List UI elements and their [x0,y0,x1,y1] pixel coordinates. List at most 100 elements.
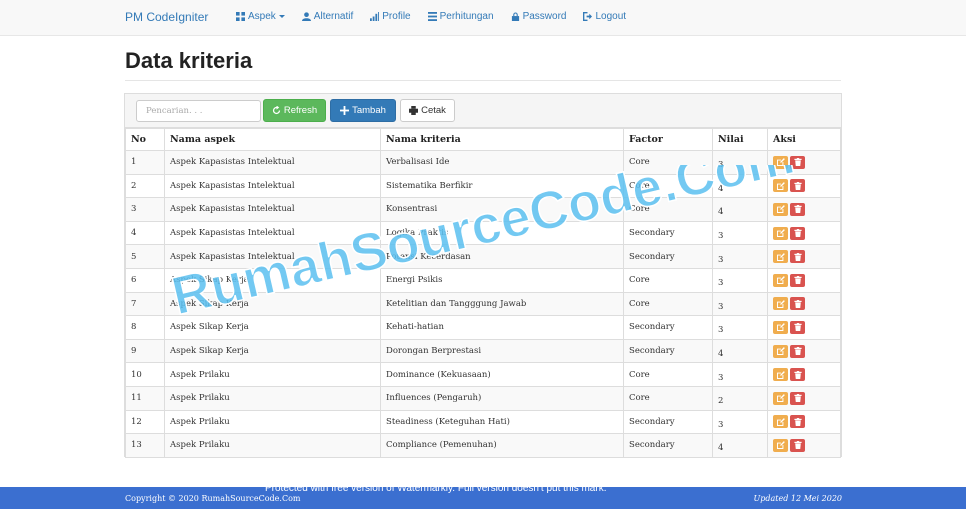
cell-nama-aspek: Aspek Kapasistas Intelektual [164,244,381,269]
delete-button[interactable] [790,415,805,429]
table-row: 7 Aspek Sikap Kerja Ketelitian dan Tangggu… [125,291,841,317]
edit-icon [776,276,785,285]
cell-nilai: 3 [712,291,768,317]
delete-button[interactable] [790,250,805,264]
header-nama-aspek[interactable]: Nama aspek [164,128,381,151]
edit-icon [776,182,785,190]
navbar-brand[interactable]: PM CodeIgniter [125,10,208,24]
edit-button[interactable] [773,250,788,264]
cell-factor: Secondary [623,244,713,269]
edit-button[interactable] [773,273,788,287]
table-row: 13 Aspek Prilaku Compliance (Pemenuhan) Sec… [125,433,841,458]
edit-button[interactable] [773,368,788,382]
navbar-menu: Aspek Alternatif Profile Perhitungan Pas… [236,11,643,22]
nav-item-label: Aspek [248,11,276,22]
delete-button[interactable] [790,344,805,358]
edit-icon [776,252,785,261]
table-row: 6 Aspek Sikap Kerja Energi Psikis Core 3 [125,267,841,293]
delete-button[interactable] [790,226,805,240]
row-actions [773,155,835,169]
refresh-label: Refresh [283,105,318,116]
nav-item-profile[interactable]: Profile [370,11,411,22]
search-input[interactable] [136,100,261,122]
nav-item-aspek[interactable]: Aspek [236,11,285,22]
cell-nama-kriteria: Sistematika Berfikir [380,173,624,199]
cell-nilai: 3 [712,315,768,340]
cell-nama-aspek: Aspek Prilaku [164,362,381,387]
refresh-button[interactable]: Refresh [263,99,326,122]
edit-button[interactable] [773,179,788,193]
cell-nilai: 4 [712,338,768,364]
cetak-button[interactable]: Cetak [400,99,455,122]
delete-button[interactable] [790,155,805,169]
footer: Protected with free version of Watermark… [0,483,966,509]
header-no[interactable]: No [125,128,165,151]
row-actions [773,438,835,452]
header-nama-kriteria[interactable]: Nama kriteria [380,128,624,151]
cell-nama-kriteria: Compliance (Pemenuhan) [380,433,624,458]
row-actions [773,273,835,287]
cell-factor: Core [623,150,713,175]
cell-nama-aspek: Aspek Kapasistas Intelektual [164,220,381,246]
trash-icon [793,229,802,238]
nav-item-password[interactable]: Password [511,11,566,22]
cell-factor: Core [623,197,713,222]
cell-aksi [767,409,841,435]
tambah-label: Tambah [352,105,386,116]
edit-button[interactable] [773,202,788,216]
table-row: 12 Aspek Prilaku Steadiness (Keteguhan Hat… [125,409,841,435]
edit-button[interactable] [773,415,788,429]
edit-button[interactable] [773,344,788,358]
row-actions [773,344,835,358]
table-row: 4 Aspek Kapasistas Intelektual Logika Prak… [125,220,841,246]
header-nilai[interactable]: Nilai [712,128,768,151]
cell-aksi [767,338,841,364]
row-actions [773,415,835,429]
edit-button[interactable] [773,320,788,334]
page-title: Data kriteria [125,48,253,73]
tambah-button[interactable]: Tambah [330,99,396,122]
nav-item-alternatif[interactable]: Alternatif [301,11,353,22]
cell-nama-kriteria: Influences (Pengaruh) [380,385,624,411]
trash-icon [793,181,802,190]
edit-icon [776,205,785,214]
row-actions [773,391,835,405]
nav-item-logout[interactable]: Logout [583,11,626,22]
cell-nama-kriteria: Potensi Kecerdasan [380,244,624,269]
table-row: 8 Aspek Sikap Kerja Kehati-hatian Secondary… [125,315,841,340]
delete-button[interactable] [790,320,805,334]
cell-factor: Core [623,173,713,199]
delete-button[interactable] [790,438,805,452]
cell-nilai: 4 [712,173,768,199]
delete-button[interactable] [790,202,805,216]
delete-button[interactable] [790,368,805,382]
delete-button[interactable] [790,273,805,287]
cell-no: 11 [125,385,165,411]
header-factor[interactable]: Factor [623,128,713,151]
delete-button[interactable] [790,297,805,311]
cell-no: 4 [125,220,165,246]
row-actions [773,368,835,382]
trash-icon [793,158,802,167]
cell-nilai: 3 [712,220,768,246]
delete-button[interactable] [790,391,805,405]
cell-nilai: 4 [712,433,768,458]
nav-item-perhitungan[interactable]: Perhitungan [427,11,494,22]
edit-button[interactable] [773,155,788,169]
edit-button[interactable] [773,391,788,405]
row-actions [773,297,835,311]
cell-factor: Secondary [623,338,713,364]
table-row: 9 Aspek Sikap Kerja Dorongan Berprestasi Se… [125,338,841,364]
table-row: 1 Aspek Kapasistas Intelektual Verbalisasi… [125,150,841,175]
header-aksi: Aksi [767,128,841,151]
cell-nilai: 3 [712,267,768,293]
print-icon [409,106,419,115]
cell-nama-kriteria: Dominance (Kekuasaan) [380,362,624,387]
edit-button[interactable] [773,297,788,311]
cell-nilai: 3 [712,409,768,435]
delete-button[interactable] [790,179,805,193]
cell-nama-kriteria: Steadiness (Keteguhan Hati) [380,409,624,435]
edit-button[interactable] [773,226,788,240]
cell-nama-aspek: Aspek Sikap Kerja [164,267,381,293]
edit-button[interactable] [773,438,788,452]
